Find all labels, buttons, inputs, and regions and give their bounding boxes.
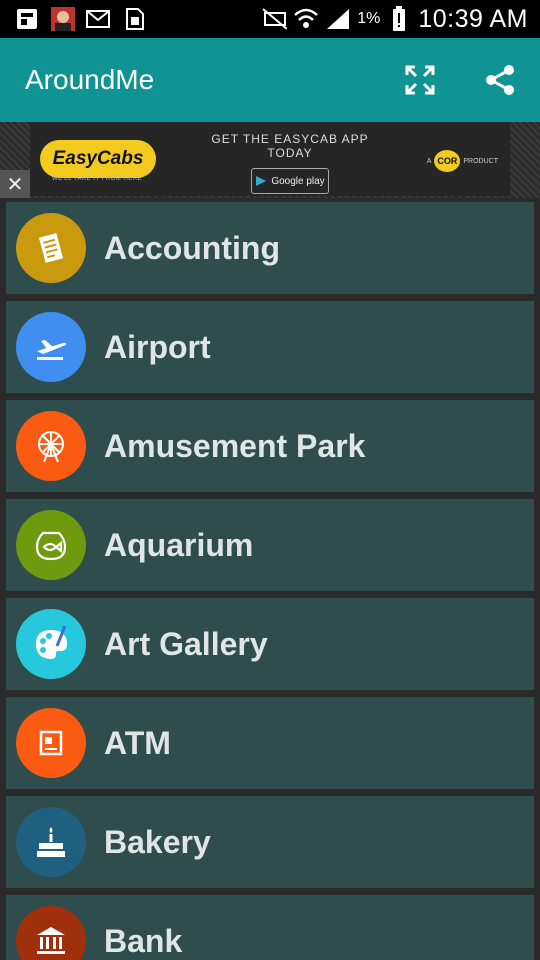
ad-area: EasyCabs WE'LL TAKE IT FROM HERE GET THE… [0,122,540,198]
atm-icon [16,708,86,778]
list-item-accounting[interactable]: Accounting [6,202,534,294]
app-bar: AroundMe [0,38,540,122]
list-item-aquarium[interactable]: Aquarium [6,499,534,591]
status-time: 10:39 AM [418,4,528,33]
list-item-art-gallery[interactable]: Art Gallery [6,598,534,690]
fullscreen-button[interactable] [380,38,460,122]
list-item-label: Accounting [104,229,280,266]
ferris-wheel-icon [16,411,86,481]
share-button[interactable] [460,38,540,122]
battery-percent: 1% [357,10,381,27]
easycabs-logo: EasyCabs [40,140,156,178]
airplane-icon [16,312,86,382]
list-item-amusement-park[interactable]: Amusement Park [6,400,534,492]
status-bar: 1% 10:39 AM [0,0,540,38]
list-item-label: Airport [104,328,211,365]
fullscreen-icon [405,65,435,95]
list-item-label: Bank [104,922,183,959]
list-item-label: Art Gallery [104,625,268,662]
ad-close-button[interactable]: ✕ [0,170,30,198]
list-item-atm[interactable]: ATM [6,697,534,789]
play-store-icon [256,176,267,186]
share-icon [486,65,514,95]
cake-icon [16,807,86,877]
flipboard-icon [14,6,40,32]
app-title: AroundMe [25,64,155,95]
brand-prefix: A [426,157,432,165]
email-icon [86,6,112,32]
mute-icon [261,6,288,32]
ad-tagline: WE'LL TAKE IT FROM HERE [52,176,143,182]
sim-icon [122,6,148,32]
list-item-label: Aquarium [104,526,254,563]
acor-logo: COR [434,150,461,172]
brand-suffix: PRODUCT [463,157,498,165]
signal-icon [325,6,351,32]
ad-brand: A COR PRODUCT [427,150,498,172]
fishbowl-icon [16,510,86,580]
list-item-bakery[interactable]: Bakery [6,796,534,888]
wifi-icon [293,6,319,32]
store-label: Google play [271,175,325,187]
list-item-airport[interactable]: Airport [6,301,534,393]
ad-cta: GET THE EASYCAB APP TODAY [211,132,369,160]
list-item-label: ATM [104,724,171,761]
document-icon [16,213,86,283]
list-item-label: Bakery [104,823,211,860]
list-item-label: Amusement Park [104,427,366,464]
ad-banner[interactable]: EasyCabs WE'LL TAKE IT FROM HERE GET THE… [30,122,510,196]
google-play-badge[interactable]: Google play [251,168,329,194]
battery-alert-icon [386,6,412,32]
list-item-bank[interactable]: Bank [6,895,534,960]
avatar-icon [50,6,76,32]
bank-icon [16,906,86,960]
palette-icon [16,609,86,679]
